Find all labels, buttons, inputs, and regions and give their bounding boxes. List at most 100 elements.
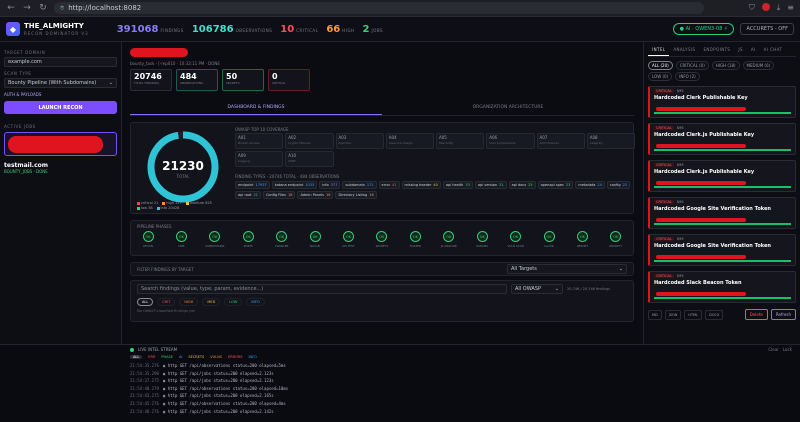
severity-filter-chip[interactable]: ALL — [137, 298, 154, 306]
job-domain[interactable]: testmail.com — [4, 162, 117, 169]
type-chip[interactable]: api root 21 — [235, 191, 261, 199]
address-bar[interactable]: ⌾ http://localhost:8082 — [54, 2, 704, 14]
export-docx-button[interactable]: DOCX — [705, 309, 724, 320]
target-input[interactable]: example.com — [4, 57, 117, 67]
finding-card[interactable]: CRITICAL $95 Hardcoded Clerk.js Publishabl… — [648, 123, 796, 155]
finding-card[interactable]: CRITICAL $95 Hardcoded Clerk.js Publishabl… — [648, 160, 796, 192]
reload-icon[interactable]: ↻ — [38, 3, 48, 13]
owasp-code: A01 — [238, 135, 246, 140]
stream-filter-chip[interactable]: ERR — [148, 355, 155, 359]
intel-filter-chip[interactable]: INFO (2) — [675, 72, 700, 81]
tab-intel[interactable]: INTEL — [648, 44, 670, 56]
owasp-tile[interactable]: A06 Vuln Components — [486, 133, 535, 149]
legend-swatch — [137, 201, 140, 205]
finding-card[interactable]: CRITICAL $95 Hardcoded Slack Beacon Token — [648, 271, 796, 303]
type-chip[interactable]: subdomain 171 — [342, 181, 377, 189]
type-chip[interactable]: endpoint 17937 — [235, 181, 270, 189]
finding-score: $95 — [676, 89, 684, 93]
severity-filter-chip[interactable]: LOW — [224, 298, 243, 306]
owasp-tile[interactable]: A05 Misconfig — [436, 133, 485, 149]
pipeline-phase: OK NUCLEI — [304, 231, 326, 248]
stream-filter-chip[interactable]: VULNS — [210, 355, 222, 359]
refresh-button[interactable]: Refresh — [770, 309, 796, 320]
tab-organization[interactable]: ORGANIZATION ARCHITECTURE — [382, 101, 634, 115]
stream-lock-button[interactable]: Lock — [783, 347, 792, 352]
type-chip[interactable]: info 377 — [319, 181, 341, 189]
intel-filter-chip[interactable]: ALL (20) — [648, 61, 673, 70]
owasp-tile[interactable]: A01 Broken Access — [235, 133, 284, 149]
shield-icon[interactable]: ⛉ — [749, 3, 755, 13]
forward-icon[interactable]: → — [22, 3, 32, 13]
back-icon[interactable]: ← — [6, 3, 16, 13]
severity-filter-chip[interactable]: INFO — [246, 298, 265, 306]
stream-filter-chip[interactable]: INFO — [249, 355, 257, 359]
type-chip[interactable]: api docs 25 — [508, 181, 536, 189]
extension-icon[interactable] — [761, 3, 770, 13]
intel-filter-chip[interactable]: MEDIUM (0) — [742, 61, 775, 70]
type-chip[interactable]: katana endpoint 1033 — [271, 181, 318, 189]
tab-ai[interactable]: AI — [747, 44, 760, 56]
intel-filter-chip[interactable]: HIGH (18) — [711, 61, 740, 70]
stream-filter-chip[interactable]: ERRORS — [228, 355, 242, 359]
pipeline-phase: OK CRAWLER — [271, 231, 293, 248]
owasp-tile[interactable]: A08 Integrity — [586, 133, 635, 149]
auth-payloads-button[interactable]: AUTH & PAYLOADS — [4, 92, 117, 97]
downloads-icon[interactable]: ⤓ — [777, 3, 781, 13]
redaction-mark — [656, 218, 746, 222]
owasp-tile[interactable]: A07 Auth Failures — [536, 133, 585, 149]
owasp-tile[interactable]: A04 Insecure Design — [385, 133, 434, 149]
export-html-button[interactable]: HTML — [684, 309, 703, 320]
owasp-tile[interactable]: A10 SSRF — [285, 151, 334, 167]
pipeline-phase: OK API TEST — [338, 231, 360, 248]
stream-filter-chip[interactable]: SECRETS — [188, 355, 204, 359]
tab-analysis[interactable]: ANALYSIS — [669, 44, 699, 56]
owasp-name: Vuln Components — [489, 141, 516, 145]
stream-filter-chip[interactable]: AI — [179, 355, 182, 359]
type-chip[interactable]: config 22 — [606, 181, 631, 189]
redaction-mark — [656, 144, 746, 148]
tab-dashboard[interactable]: DASHBOARD & FINDINGS — [130, 101, 382, 115]
severity-filter-chip[interactable]: HIGH — [179, 298, 199, 306]
stream-clear-button[interactable]: Clear — [768, 347, 778, 352]
account-pill[interactable]: ACCURETS - OFF — [740, 23, 794, 35]
type-chip[interactable]: api version 31 — [474, 181, 507, 189]
type-chip[interactable]: Admin Panels 16 — [297, 191, 334, 199]
finding-card[interactable]: CRITICAL $95 Hardcoded Google Site Verific… — [648, 234, 796, 266]
tab-js[interactable]: JS — [734, 44, 747, 56]
tab-ai-chat[interactable]: AI CHAT — [760, 44, 787, 56]
type-chip[interactable]: api health 33 — [442, 181, 473, 189]
stream-filter-chip[interactable]: ALL — [130, 355, 143, 359]
legend-label: info 20428 — [160, 206, 180, 210]
type-chip[interactable]: openapi spec 23 — [537, 181, 574, 189]
type-chip[interactable]: metadata 24 — [575, 181, 605, 189]
owasp-tile[interactable]: A09 Logging — [235, 151, 284, 167]
finding-title: Hardcoded Google Site Verification Token — [654, 206, 771, 212]
scan-type-select[interactable]: Bounty Pipeline (With Subdomains) ⌄ — [4, 78, 117, 88]
type-chip[interactable]: missing header 40 — [401, 181, 441, 189]
severity-filter-chip[interactable]: MED — [202, 298, 221, 306]
type-count: 23 — [565, 183, 571, 187]
export-md-button[interactable]: MD — [648, 309, 662, 320]
launch-recon-button[interactable]: LAUNCH RECON — [4, 101, 117, 114]
active-job-card[interactable] — [4, 132, 117, 156]
chevron-down-icon: ⌄ — [108, 80, 113, 86]
type-chip[interactable]: Config Files 18 — [262, 191, 296, 199]
type-chip[interactable]: Directory Listing 16 — [335, 191, 377, 199]
intel-filter-chip[interactable]: LOW (0) — [648, 72, 673, 81]
tab-endpoints[interactable]: ENDPOINTS — [699, 44, 734, 56]
menu-icon[interactable]: ≡ — [787, 3, 794, 13]
finding-card[interactable]: CRITICAL $95 Hardcoded Clerk Publishable K… — [648, 86, 796, 118]
export-json-button[interactable]: JSON — [664, 309, 682, 320]
delete-button[interactable]: Delete — [744, 309, 768, 320]
owasp-select[interactable]: All OWASP ⌄ — [511, 284, 563, 294]
target-filter-select[interactable]: All Targets ⌄ — [507, 264, 627, 274]
intel-filter-chip[interactable]: CRITICAL (0) — [675, 61, 709, 70]
type-chip[interactable]: error 41 — [378, 181, 400, 189]
owasp-tile[interactable]: A03 Injection — [335, 133, 384, 149]
findings-search-input[interactable]: Search findings (value, type, param, evi… — [137, 284, 507, 294]
stream-filter-chip[interactable]: PHASE — [161, 355, 173, 359]
finding-card[interactable]: CRITICAL $95 Hardcoded Google Site Verific… — [648, 197, 796, 229]
owasp-tile[interactable]: A02 Crypto Failures — [285, 133, 334, 149]
ai-status-pill[interactable]: ● AI · QWEN3-08 ⚡ — [672, 23, 735, 35]
severity-filter-chip[interactable]: CRIT — [157, 298, 176, 306]
